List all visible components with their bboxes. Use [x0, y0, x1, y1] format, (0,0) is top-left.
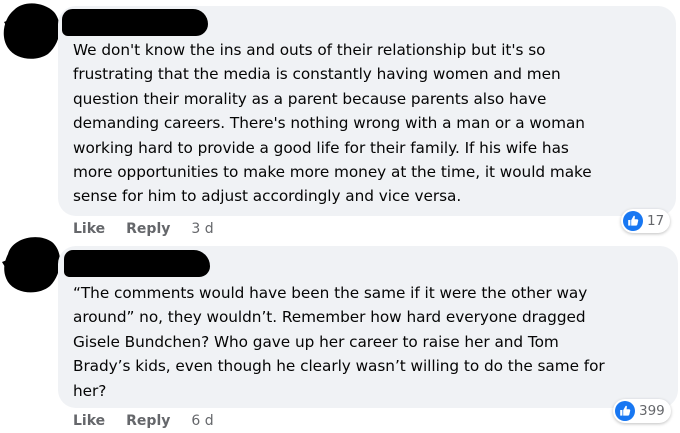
- author-name-redacted[interactable]: [62, 9, 208, 36]
- comment-timestamp[interactable]: 6 d: [191, 413, 213, 429]
- reaction-count: 399: [639, 403, 665, 419]
- reply-button[interactable]: Reply: [126, 413, 170, 429]
- comment-text: “The comments would have been the same i…: [73, 284, 605, 400]
- reaction-count-badge[interactable]: 17: [621, 209, 671, 233]
- reaction-count: 17: [647, 213, 665, 229]
- comment-timestamp[interactable]: 3 d: [191, 221, 213, 237]
- author-name-redacted[interactable]: [64, 250, 210, 277]
- reaction-count-badge[interactable]: 399: [613, 399, 671, 423]
- reply-button[interactable]: Reply: [126, 221, 170, 237]
- thumbs-up-icon: [615, 401, 635, 421]
- avatar-redacted[interactable]: [0, 232, 62, 296]
- like-button[interactable]: Like: [73, 413, 105, 429]
- avatar-redacted[interactable]: [0, 2, 62, 60]
- comment-actions: Like Reply 3 d: [73, 221, 214, 237]
- comment-text: We don't know the ins and outs of their …: [73, 41, 592, 206]
- comment-actions: Like Reply 6 d: [73, 413, 214, 429]
- thumbs-up-icon: [623, 211, 643, 231]
- like-button[interactable]: Like: [73, 221, 105, 237]
